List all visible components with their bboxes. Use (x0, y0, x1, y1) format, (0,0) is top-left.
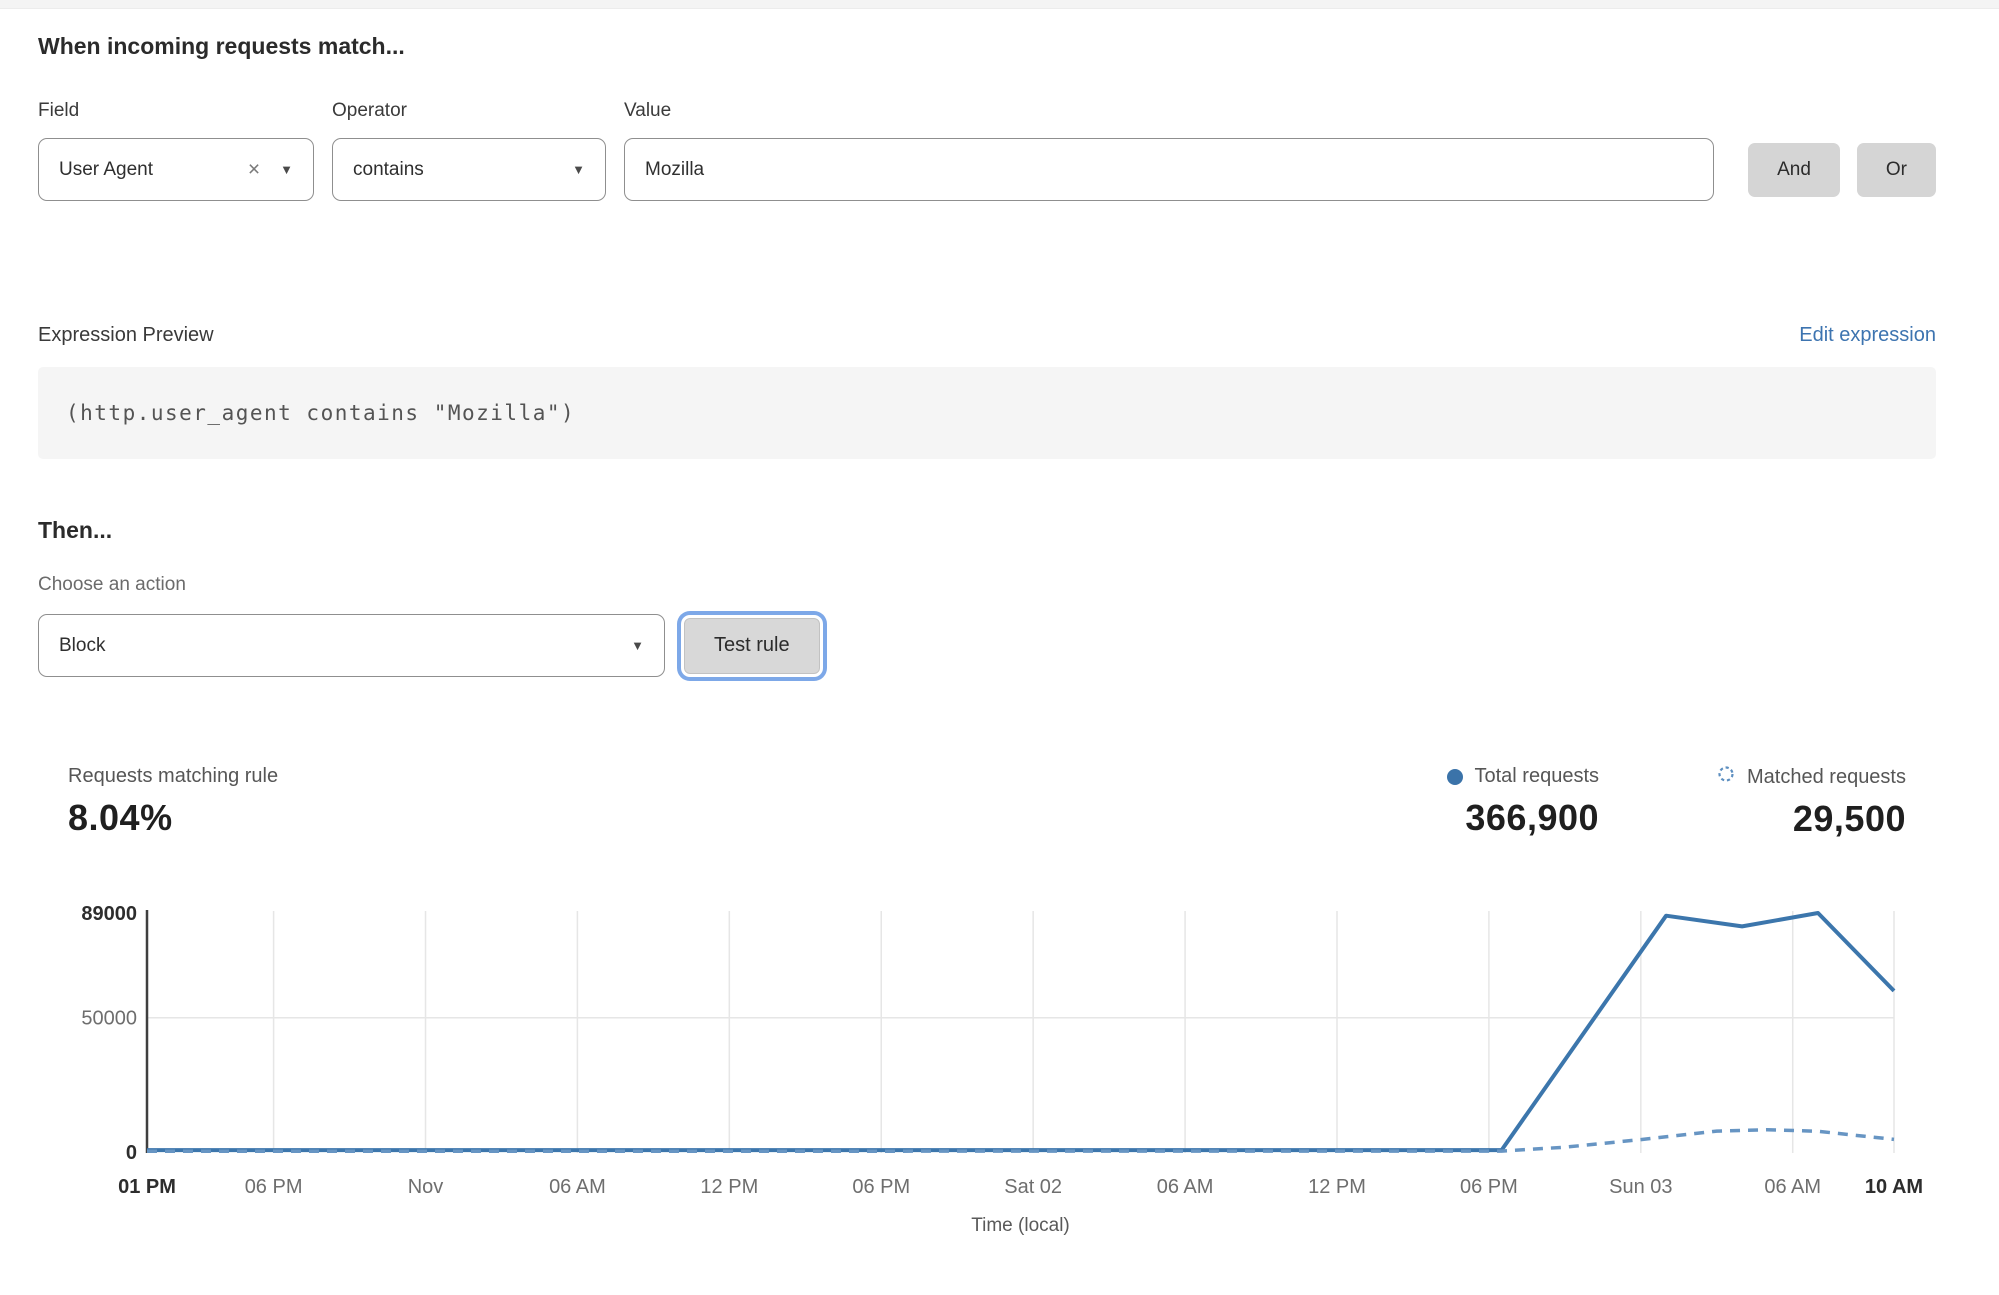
svg-text:06 AM: 06 AM (1764, 1176, 1821, 1198)
total-requests-stat: Total requests 366,900 (1447, 765, 1600, 839)
svg-text:10 AM: 10 AM (1865, 1176, 1923, 1198)
expression-preview-box: (http.user_agent contains "Mozilla") (38, 367, 1936, 459)
total-requests-legend-dot-icon (1447, 769, 1463, 785)
action-select[interactable]: Block ▼ (38, 614, 665, 677)
svg-text:0: 0 (126, 1142, 137, 1164)
svg-text:Nov: Nov (408, 1176, 444, 1198)
matched-requests-dashed-circle-icon (1717, 765, 1735, 789)
field-label: Field (38, 100, 314, 122)
requests-chart: 0 50000 89000 01 PM 06 PM Nov 06 AM 12 PM 06 PM S… (0, 895, 1999, 1245)
svg-text:Sat 02: Sat 02 (1004, 1176, 1062, 1198)
choose-action-label: Choose an action (38, 574, 1936, 596)
field-select[interactable]: User Agent × ▼ (38, 138, 314, 201)
total-requests-label: Total requests (1475, 765, 1600, 788)
svg-text:Time (local): Time (local) (971, 1215, 1070, 1236)
chevron-down-icon: ▼ (280, 163, 293, 176)
action-row: Block ▼ Test rule (38, 614, 1936, 677)
edit-expression-link[interactable]: Edit expression (1799, 324, 1936, 347)
matched-requests-value: 29,500 (1793, 798, 1906, 840)
conjunction-buttons: And Or (1748, 100, 1936, 201)
svg-text:06 AM: 06 AM (549, 1176, 606, 1198)
value-label: Value (624, 100, 1714, 122)
svg-text:12 PM: 12 PM (700, 1176, 758, 1198)
stats-row: Requests matching rule 8.04% Total reque… (68, 765, 1906, 840)
field-select-value: User Agent (59, 159, 248, 181)
test-rule-button[interactable]: Test rule (681, 615, 823, 677)
operator-select-value: contains (353, 159, 572, 181)
operator-label: Operator (332, 100, 606, 122)
expression-preview-label: Expression Preview (38, 324, 214, 347)
svg-text:89000: 89000 (81, 903, 137, 925)
matching-rule-value: 8.04% (68, 797, 278, 839)
clear-field-icon[interactable]: × (248, 159, 260, 180)
svg-text:06 PM: 06 PM (1460, 1176, 1518, 1198)
svg-text:01 PM: 01 PM (118, 1176, 176, 1198)
matched-requests-stat: Matched requests 29,500 (1717, 765, 1906, 840)
value-input-wrap (624, 138, 1714, 201)
condition-row: Field User Agent × ▼ Operator contains ▼… (38, 100, 1936, 201)
matching-rule-stat: Requests matching rule 8.04% (68, 765, 278, 839)
expression-code: (http.user_agent contains "Mozilla") (66, 401, 575, 425)
chevron-down-icon: ▼ (631, 639, 644, 652)
panel-top-border (0, 0, 1999, 9)
rule-builder-panel: When incoming requests match... Field Us… (0, 9, 1999, 1250)
svg-text:06 PM: 06 PM (245, 1176, 303, 1198)
then-heading: Then... (38, 517, 1936, 544)
expression-header: Expression Preview Edit expression (38, 324, 1936, 347)
requests-chart-area: 0 50000 89000 01 PM 06 PM Nov 06 AM 12 PM 06 PM S… (0, 895, 1999, 1250)
matching-rule-label: Requests matching rule (68, 765, 278, 788)
svg-text:Sun 03: Sun 03 (1609, 1176, 1672, 1198)
value-input[interactable] (645, 159, 1693, 181)
svg-text:06 PM: 06 PM (852, 1176, 910, 1198)
svg-text:06 AM: 06 AM (1157, 1176, 1214, 1198)
total-requests-value: 366,900 (1465, 797, 1599, 839)
svg-text:12 PM: 12 PM (1308, 1176, 1366, 1198)
operator-select[interactable]: contains ▼ (332, 138, 606, 201)
or-button[interactable]: Or (1857, 143, 1936, 197)
chevron-down-icon: ▼ (572, 163, 585, 176)
matched-requests-label: Matched requests (1747, 766, 1906, 789)
and-button[interactable]: And (1748, 143, 1840, 197)
match-heading: When incoming requests match... (38, 33, 1936, 60)
action-select-value: Block (59, 635, 631, 657)
svg-text:50000: 50000 (81, 1008, 137, 1030)
